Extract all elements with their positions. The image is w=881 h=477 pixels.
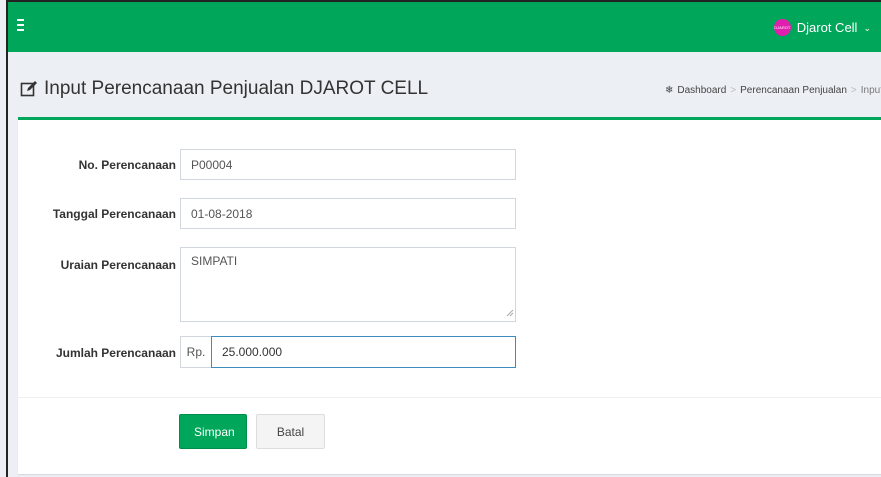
- uraian-perencanaan-textarea[interactable]: SIMPATI: [180, 247, 516, 322]
- user-menu[interactable]: DJAROT CELL Djarot Cell ⌄: [773, 16, 871, 38]
- tanggal-perencanaan-label: Tanggal Perencanaan: [52, 207, 176, 221]
- breadcrumb-separator: >: [730, 85, 737, 96]
- jumlah-input-group: Rp.: [180, 336, 516, 368]
- breadcrumb-dashboard[interactable]: Dashboard: [677, 85, 726, 96]
- app-window: DJAROT CELL Djarot Cell ⌄ Input Perencan…: [6, 0, 881, 477]
- jumlah-perencanaan-input[interactable]: [211, 336, 516, 368]
- dashboard-icon: ❄: [664, 85, 674, 96]
- page-title-text: Input Perencanaan Penjualan DJAROT CELL: [44, 78, 429, 99]
- cancel-button[interactable]: Batal: [256, 414, 325, 449]
- currency-prefix: Rp.: [180, 336, 211, 368]
- form-footer-divider: [18, 397, 881, 398]
- save-button[interactable]: Simpan: [179, 414, 247, 449]
- no-perencanaan-input[interactable]: [180, 149, 516, 180]
- avatar: DJAROT CELL: [773, 18, 791, 36]
- page-title: Input Perencanaan Penjualan DJAROT CELL: [20, 78, 428, 100]
- breadcrumb-separator: >: [850, 85, 857, 96]
- user-name: Djarot Cell: [796, 19, 858, 35]
- jumlah-perencanaan-label: Jumlah Perencanaan: [55, 346, 176, 360]
- top-navbar: DJAROT CELL Djarot Cell ⌄: [8, 2, 881, 52]
- no-perencanaan-label: No. Perencanaan: [78, 158, 176, 172]
- breadcrumb-perencanaan[interactable]: Perencanaan Penjualan: [740, 85, 847, 96]
- sidebar-toggle-icon[interactable]: [17, 19, 29, 33]
- edit-icon: [20, 81, 37, 97]
- breadcrumb-input: Input: [860, 85, 881, 96]
- tanggal-perencanaan-input[interactable]: [180, 198, 516, 229]
- breadcrumb: ❄ Dashboard > Perencanaan Penjualan > In…: [665, 85, 881, 96]
- uraian-perencanaan-label: Uraian Perencanaan: [60, 258, 176, 272]
- content-header: Input Perencanaan Penjualan DJAROT CELL …: [8, 52, 881, 117]
- form-box: No. Perencanaan Tanggal Perencanaan Urai…: [18, 117, 881, 474]
- chevron-down-icon: ⌄: [863, 22, 871, 33]
